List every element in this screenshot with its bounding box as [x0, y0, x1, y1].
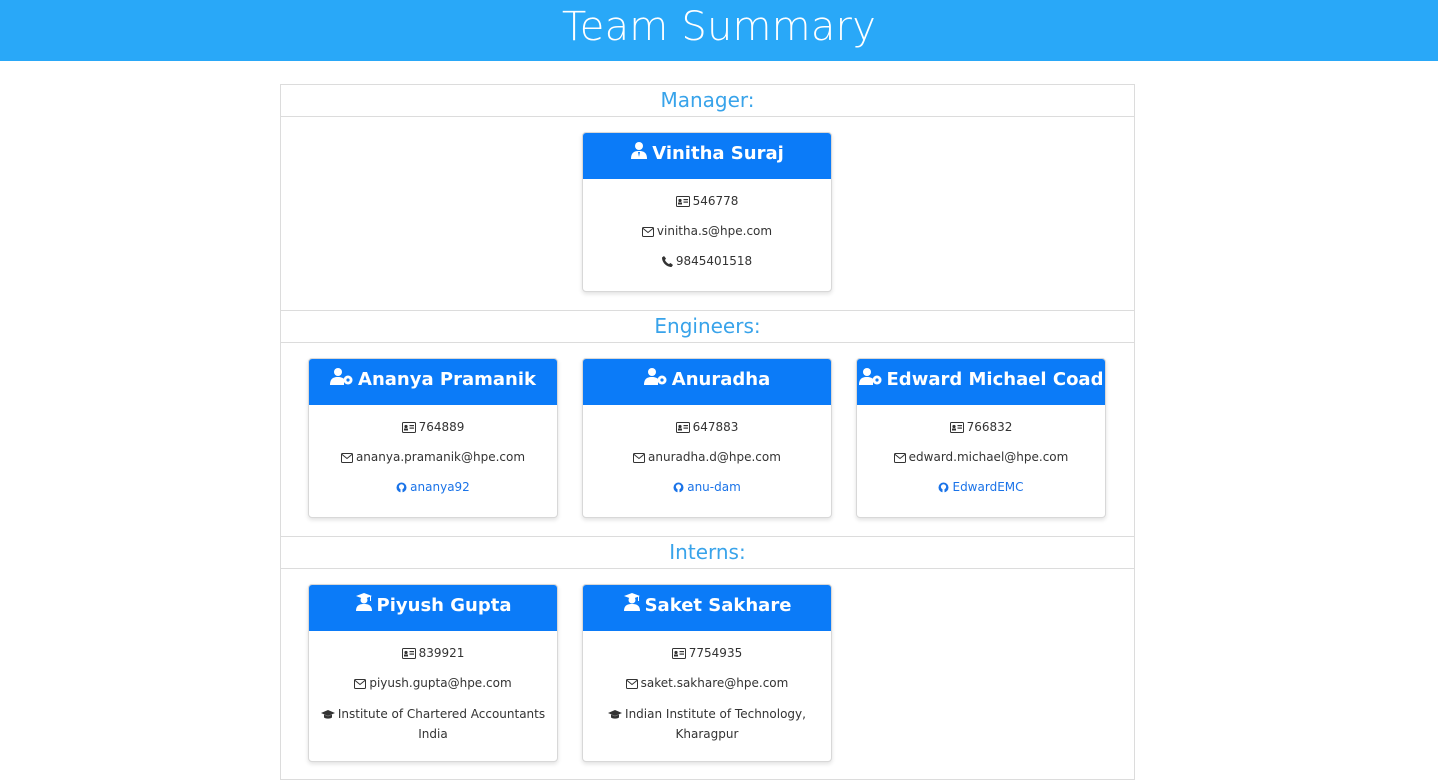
engineer-card: Ananya Pramanik 764889 ananya.pramanik@h…: [308, 358, 558, 518]
engineer-name: Anuradha: [671, 369, 771, 390]
card-header: Piyush Gupta: [309, 585, 557, 631]
manager-section: Vinitha Suraj 546778 vinitha.s@hpe.com 9…: [281, 117, 1134, 311]
card-header: Saket Sakhare: [583, 585, 831, 631]
card-body: 764889 ananya.pramanik@hpe.com ananya92: [309, 405, 557, 517]
email-line: saket.sakhare@hpe.com: [591, 675, 823, 693]
interns-section: Piyush Gupta 839921 piyush.gupta@hpe.com…: [281, 569, 1134, 779]
card-body: 546778 vinitha.s@hpe.com 9845401518: [583, 179, 831, 291]
intern-card: Saket Sakhare 7754935 saket.sakhare@hpe.…: [582, 584, 832, 762]
employee-id: 839921: [418, 646, 465, 660]
engineer-icon: [643, 359, 668, 401]
email[interactable]: ananya.pramanik@hpe.com: [356, 450, 525, 464]
employee-id-line: 7754935: [591, 645, 823, 663]
intern-name: Piyush Gupta: [376, 595, 512, 616]
github-icon: [396, 481, 407, 497]
github-line: EdwardEMC: [865, 479, 1097, 497]
id-card-icon: [671, 647, 686, 663]
email[interactable]: anuradha.d@hpe.com: [648, 450, 781, 464]
page-title: Team Summary: [561, 4, 877, 50]
card-header: Ananya Pramanik: [309, 359, 557, 405]
card-body: 7754935 saket.sakhare@hpe.com Indian Ins…: [583, 631, 831, 761]
envelope-icon: [633, 451, 646, 467]
employee-id-line: 764889: [317, 419, 549, 437]
engineers-section-header: Engineers:: [281, 311, 1134, 343]
id-card-icon: [675, 421, 690, 437]
employee-id: 766832: [966, 420, 1013, 434]
envelope-icon: [340, 451, 353, 467]
employee-id: 764889: [418, 420, 465, 434]
employee-id-line: 839921: [317, 645, 549, 663]
envelope-icon: [893, 451, 906, 467]
email[interactable]: saket.sakhare@hpe.com: [641, 676, 789, 690]
phone-line: 9845401518: [591, 253, 823, 271]
employee-id: 546778: [692, 194, 739, 208]
email[interactable]: vinitha.s@hpe.com: [657, 224, 772, 238]
card-header: Vinitha Suraj: [583, 133, 831, 179]
school-line: Indian Institute of Technology, Kharagpu…: [591, 705, 823, 743]
github-icon: [673, 481, 684, 497]
card-body: 647883 anuradha.d@hpe.com anu-dam: [583, 405, 831, 517]
github-link[interactable]: ananya92: [410, 480, 470, 494]
page-header: Team Summary: [0, 0, 1438, 61]
manager-section-header: Manager:: [281, 85, 1134, 117]
school: Institute of Chartered Accountants India: [337, 707, 546, 741]
id-card-icon: [949, 421, 964, 437]
intern-icon: [623, 585, 641, 627]
manager-card: Vinitha Suraj 546778 vinitha.s@hpe.com 9…: [582, 132, 832, 292]
intern-icon: [355, 585, 373, 627]
employee-id: 647883: [692, 420, 739, 434]
email[interactable]: edward.michael@hpe.com: [909, 450, 1069, 464]
engineers-section: Ananya Pramanik 764889 ananya.pramanik@h…: [281, 343, 1134, 537]
employee-id: 7754935: [688, 646, 743, 660]
envelope-icon: [354, 677, 367, 693]
phone: 9845401518: [675, 254, 753, 268]
engineer-icon: [858, 359, 883, 401]
employee-id-line: 546778: [591, 193, 823, 211]
card-body: 839921 piyush.gupta@hpe.com Institute of…: [309, 631, 557, 761]
graduation-cap-icon: [320, 707, 335, 725]
engineer-card: Anuradha 647883 anuradha.d@hpe.com anu-d…: [582, 358, 832, 518]
team-container: Manager: Vinitha Suraj 546778 vinitha.s@…: [280, 84, 1135, 780]
intern-card: Piyush Gupta 839921 piyush.gupta@hpe.com…: [308, 584, 558, 762]
intern-name: Saket Sakhare: [644, 595, 792, 616]
github-line: ananya92: [317, 479, 549, 497]
id-card-icon: [401, 421, 416, 437]
school-line: Institute of Chartered Accountants India: [317, 705, 549, 743]
envelope-icon: [625, 677, 638, 693]
interns-section-header: Interns:: [281, 537, 1134, 569]
graduation-cap-icon: [608, 707, 623, 725]
email-line: ananya.pramanik@hpe.com: [317, 449, 549, 467]
email-line: anuradha.d@hpe.com: [591, 449, 823, 467]
card-header: Anuradha: [583, 359, 831, 405]
engineer-icon: [330, 359, 354, 401]
email-line: vinitha.s@hpe.com: [591, 223, 823, 241]
email-line: piyush.gupta@hpe.com: [317, 675, 549, 693]
github-link[interactable]: EdwardEMC: [952, 480, 1023, 494]
school: Indian Institute of Technology, Kharagpu…: [625, 707, 806, 741]
engineer-name: Ananya Pramanik: [358, 369, 536, 390]
manager-icon: [630, 133, 648, 175]
engineer-card: Edward Michael Coad 766832 edward.michae…: [856, 358, 1106, 518]
card-body: 766832 edward.michael@hpe.com EdwardEMC: [857, 405, 1105, 517]
github-line: anu-dam: [591, 479, 823, 497]
id-card-icon: [401, 647, 416, 663]
employee-id-line: 647883: [591, 419, 823, 437]
card-header: Edward Michael Coad: [857, 359, 1105, 405]
manager-name: Vinitha Suraj: [652, 143, 784, 164]
engineer-name: Edward Michael Coad: [886, 369, 1104, 390]
github-link[interactable]: anu-dam: [687, 480, 741, 494]
employee-id-line: 766832: [865, 419, 1097, 437]
phone-icon: [661, 255, 673, 271]
github-icon: [938, 481, 949, 497]
email-line: edward.michael@hpe.com: [865, 449, 1097, 467]
email[interactable]: piyush.gupta@hpe.com: [369, 676, 511, 690]
envelope-icon: [641, 225, 654, 241]
id-card-icon: [675, 195, 690, 211]
